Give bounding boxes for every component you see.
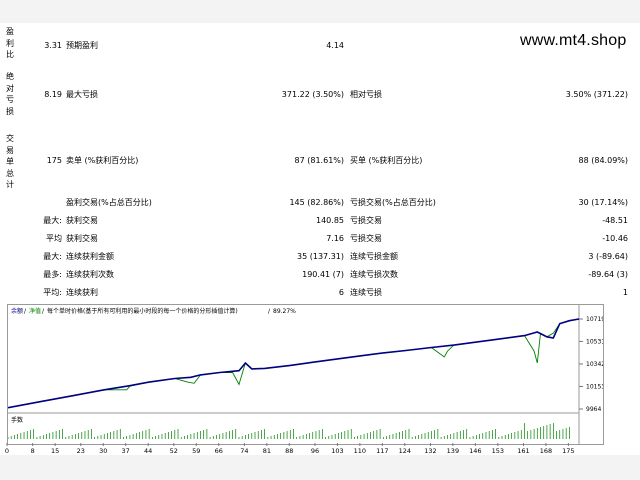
max-consec-losses-value: 3 (-89.64) [588, 252, 628, 261]
equity-legend: 净值 [29, 307, 41, 315]
max-consec-wins-label: 连续获利金额 [66, 252, 114, 261]
max-consec-losses-label: 连续亏损金额 [350, 252, 398, 261]
x-tick-label: 132 [424, 447, 436, 455]
x-tick-label: 37 [122, 447, 130, 455]
balance-chart: 余额 / 净值 / 每个单时价格(基于所有可利用的最小时段的每一个价格的分形插值… [7, 304, 605, 445]
loss-trades-label: 亏损交易(%占总百分比) [350, 198, 436, 207]
expected-payoff-value: 4.14 [326, 41, 344, 50]
legend-separator-3: / [268, 308, 271, 315]
balance-line [7, 318, 580, 409]
average-loss-label: 亏损交易 [350, 234, 382, 243]
series-lines [7, 318, 580, 409]
watermark: www.mt4.shop [520, 32, 627, 49]
bottom-bar [0, 455, 640, 480]
x-axis: 0 8 15 23 30 37 44 52 59 66 74 81 88 96 103 110 117 124 13… [5, 443, 575, 455]
x-tick-label: 30 [99, 447, 107, 455]
x-tick-label: 96 [311, 447, 319, 455]
x-tick-label: 153 [492, 447, 504, 455]
expected-payoff-label: 预期盈利 [66, 41, 98, 50]
x-tick-label: 44 [144, 447, 152, 455]
avg-consec-wins-value: 6 [338, 288, 344, 297]
x-tick-label: 15 [51, 447, 59, 455]
x-tick-label: 23 [77, 447, 85, 455]
x-tick-label: 66 [215, 447, 223, 455]
y-tick-label: 10719 [586, 316, 603, 323]
legend-separator-2: / [42, 308, 45, 315]
profit-factor-label: 盈 利 比 [6, 27, 14, 59]
y-axis: 9964 10153 10342 10531 10719 [579, 316, 605, 413]
chart-svg: 余额 / 净值 / 每个单时价格(基于所有可利用的最小时段的每一个价格的分形插值… [7, 305, 605, 444]
maximal-prefix: 最多: [43, 270, 62, 279]
avg-consec-losses-label: 连续亏损 [350, 288, 382, 297]
x-tick-label: 139 [447, 447, 459, 455]
maximal-drawdown-label: 最大亏损 [66, 90, 98, 99]
chart-description: 每个单时价格(基于所有可利用的最小时段的每一个价格的分形插值计算) [47, 307, 238, 315]
x-tick-label: 110 [354, 447, 366, 455]
avg-consec-losses-value: 1 [622, 288, 628, 297]
y-tick-label: 9964 [586, 406, 601, 413]
max-prefix: 最大: [43, 252, 62, 261]
chart-header: 余额 / 净值 / 每个单时价格(基于所有可利用的最小时段的每一个价格的分形插值… [11, 307, 296, 315]
top-bar [0, 0, 640, 23]
x-tick-label: 168 [540, 447, 552, 455]
long-positions-label: 买单 (%获利百分比) [350, 156, 423, 165]
x-tick-label: 146 [469, 447, 481, 455]
maximal-drawdown-value: 371.22 (3.50%) [281, 90, 344, 99]
x-tick-label: 103 [331, 447, 343, 455]
x-tick-label: 88 [285, 447, 293, 455]
avg-consec-wins-label: 连续获利 [66, 288, 98, 297]
maximal-consec-profit-value: 190.41 (7) [302, 270, 344, 279]
lot-panel-label: 手数 [11, 416, 23, 424]
x-tick-label: 81 [263, 447, 271, 455]
max-consec-wins-value: 35 (137.31) [297, 252, 344, 261]
absolute-drawdown-value: 8.19 [44, 90, 62, 99]
absolute-drawdown-label: 绝 对 亏 损 [6, 72, 14, 116]
maximal-consec-profit-label: 连续获利次数 [66, 270, 114, 279]
legend-separator-1: / [24, 308, 27, 315]
avg-consec-prefix: 平均: [43, 288, 62, 297]
largest-loss-label: 亏损交易 [350, 216, 382, 225]
largest-profit-label: 获利交易 [66, 216, 98, 225]
x-tick-label: 0 [5, 447, 9, 455]
balance-legend: 余额 [11, 307, 23, 315]
profit-trades-label: 盈利交易(%占总百分比) [66, 198, 152, 207]
relative-drawdown-value: 3.50% (371.22) [565, 90, 628, 99]
modelling-quality: 89.27% [273, 308, 296, 315]
profit-trades-value: 145 (82.86%) [289, 198, 344, 207]
largest-prefix: 最大: [43, 216, 62, 225]
relative-drawdown-label: 相对亏损 [350, 90, 382, 99]
lot-bars [7, 423, 570, 439]
profit-factor-value: 3.31 [44, 41, 62, 50]
average-profit-label: 获利交易 [66, 234, 98, 243]
largest-profit-value: 140.85 [316, 216, 344, 225]
average-prefix: 平均 [46, 234, 62, 243]
y-tick-label: 10342 [586, 361, 603, 368]
x-tick-label: 117 [376, 447, 388, 455]
x-tick-label: 52 [170, 447, 178, 455]
largest-loss-value: -48.51 [602, 216, 628, 225]
y-tick-label: 10153 [586, 383, 603, 390]
short-positions-label: 卖单 (%获利百分比) [66, 156, 139, 165]
y-tick-label: 10531 [586, 338, 603, 345]
maximal-consec-loss-label: 连续亏损次数 [350, 270, 398, 279]
x-tick-label: 8 [31, 447, 35, 455]
x-tick-label: 124 [399, 447, 411, 455]
x-tick-label: 175 [562, 447, 574, 455]
loss-trades-value: 30 (17.14%) [578, 198, 628, 207]
average-loss-value: -10.46 [602, 234, 628, 243]
maximal-consec-loss-value: -89.64 (3) [588, 270, 628, 279]
total-trades-label: 交 易 单 总 计 [6, 134, 14, 189]
long-positions-value: 88 (84.09%) [578, 156, 628, 165]
short-positions-value: 87 (81.61%) [294, 156, 344, 165]
average-profit-value: 7.16 [326, 234, 344, 243]
x-tick-label: 161 [517, 447, 529, 455]
equity-line [7, 318, 580, 409]
x-tick-label: 74 [240, 447, 248, 455]
total-trades-value: 175 [46, 156, 62, 165]
x-tick-label: 59 [192, 447, 200, 455]
